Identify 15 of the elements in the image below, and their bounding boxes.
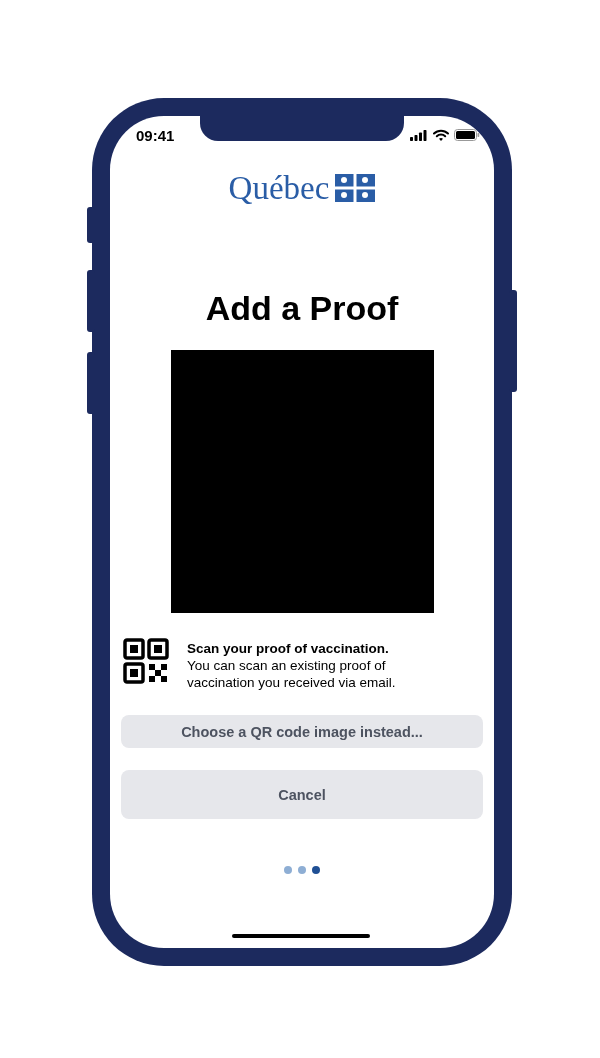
status-time: 09:41 [136,126,175,144]
cancel-button[interactable]: Cancel [121,770,483,819]
instruction-heading: Scan your proof of vaccination. [187,640,390,657]
qr-code-icon [123,638,169,684]
choose-image-button[interactable]: Choose a QR code image instead... [121,715,483,748]
page-dot[interactable] [312,866,320,874]
page-dot[interactable] [284,866,292,874]
page-title: Add a Proof [205,288,399,328]
wifi-icon [433,129,449,141]
logo-text: Québec [228,169,330,207]
page-dot[interactable] [298,866,306,874]
flag-icon [335,174,376,202]
signal-icon [410,129,428,141]
instruction-text: You can scan an existing proof of vaccination you received via email. [187,657,397,691]
battery-icon [454,129,480,141]
